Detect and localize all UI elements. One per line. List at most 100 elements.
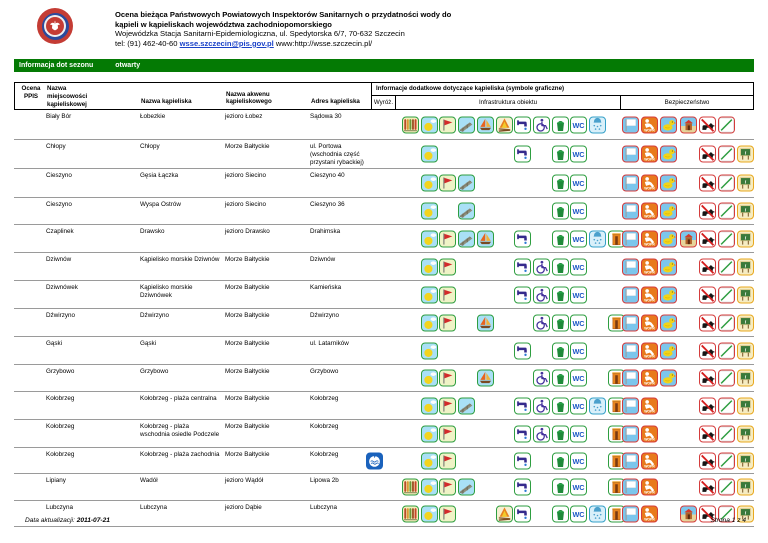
shower-icon [589,116,606,133]
no-dogs-icon [699,397,716,414]
no-dogs-icon [699,116,716,133]
cell-water-body: jezioro Siecino [225,172,305,180]
no-dogs-icon [699,370,716,387]
cell-site: Dźwirzyno [140,312,220,320]
water-tap-icon [514,230,531,247]
sun-icon [421,175,438,192]
no-dogs-icon [699,425,716,442]
wyroz-icons [366,337,386,364]
white-flag-icon [622,230,639,247]
red-flag-icon [439,425,456,442]
svg-text:WC: WC [573,234,586,243]
cell-site: Gęsia Łączka [140,172,220,180]
table-body: Biały BórŁobezkiejezioro ŁobezSądowa 30W… [14,110,754,527]
infrastructure-icons: WC [402,309,624,336]
security-icons: WOPRi [622,392,756,419]
security-icons: WOPRi [622,253,756,280]
duck-icon [660,203,677,220]
info-board-icon: i [737,342,754,359]
svg-text:WOPR: WOPR [644,354,655,358]
update-date-label: Data aktualizacji: [25,517,75,524]
no-dogs-icon [699,175,716,192]
svg-text:WOPR: WOPR [644,491,655,495]
table-row: Biały BórŁobezkiejezioro ŁobezSądowa 30W… [14,110,754,140]
table-row: DziwnówKąpielisko morskie DziwnówMorze B… [14,253,754,281]
wyroz-icons [366,110,386,139]
campfire-icon [496,505,513,522]
waste-bin-icon [552,370,569,387]
red-flag-icon [439,230,456,247]
water-tap-icon [514,425,531,442]
security-icons: WOPRi [622,474,756,500]
svg-text:WOPR: WOPR [644,242,655,246]
sun-icon [421,505,438,522]
slope-icon [718,286,735,303]
wheelchair-icon [533,425,550,442]
pier-icon [458,479,475,496]
lifeguard-icon: WOPR [641,286,658,303]
waste-bin-icon [552,397,569,414]
cell-address: Cieszyno 40 [310,172,366,180]
cell-site: Kąpielisko morskie Dziwnówek [140,284,220,300]
white-flag-icon [622,342,639,359]
waste-bin-icon [552,146,569,163]
infrastructure-icons: WC [402,110,624,139]
col-address: Adres kąpieliska [311,98,369,106]
slope-icon [718,452,735,469]
slope-icon [718,397,735,414]
col-site: Nazwa kąpieliska [141,98,221,106]
lifeguard-hut-icon [680,230,697,247]
waste-bin-icon [552,286,569,303]
white-flag-icon [622,370,639,387]
water-tap-icon [514,452,531,469]
red-flag-icon [439,479,456,496]
wyroz-icons [366,140,386,168]
info-board-icon: i [737,452,754,469]
title-line2: kąpieli w kąpieliskach województwa zacho… [115,20,451,30]
lifeguard-icon: WOPR [641,370,658,387]
waste-bin-icon [552,479,569,496]
wyroz-icons [366,392,386,419]
table-row: ChłopyChłopyMorze Bałtyckieul. Portowa (… [14,140,754,169]
security-icons: WOPRi [622,309,756,336]
cell-water-body: Morze Bałtyckie [225,451,305,459]
cell-site: Kołobrzeg - plaża zachodnia [140,451,220,459]
security-icons: WOPRi [622,420,756,447]
cell-site: Grzybowo [140,368,220,376]
svg-text:WOPR: WOPR [644,128,655,132]
info-board-icon: i [737,258,754,275]
lifeguard-icon: WOPR [641,314,658,331]
cell-address: Kołobrzeg [310,423,366,431]
cell-water-body: Morze Bałtyckie [225,340,305,348]
slope-icon [718,425,735,442]
col-wyroz: Wyróż. [372,96,396,109]
white-flag-icon [622,258,639,275]
wheelchair-icon [533,286,550,303]
water-tap-icon [514,479,531,496]
security-icons: WOPRi [622,225,756,252]
lifeguard-icon: WOPR [641,479,658,496]
wyroz-icons [366,448,386,473]
table-row: CieszynoWyspa Ostrówjezioro SiecinoCiesz… [14,198,754,225]
svg-text:WC: WC [573,120,586,129]
svg-text:WOPR: WOPR [644,215,655,219]
cell-site: Kołobrzeg - plaża centralna [140,395,220,403]
season-value: otwarty [115,62,140,69]
cell-water-body: Morze Bałtyckie [225,395,305,403]
cell-site: Lubczyna [140,504,220,512]
cell-address: Lipowa 2b [310,477,366,485]
cell-town: Dziwnówek [46,284,132,292]
duck-icon [660,314,677,331]
cell-address: Dźwirzyno [310,312,366,320]
svg-text:WC: WC [573,374,586,383]
www-text: www:http://wsse.szczecin.pl/ [274,39,372,48]
infrastructure-icons: WC [402,140,624,168]
no-dogs-icon [699,479,716,496]
white-flag-icon [622,146,639,163]
info-board-icon: i [737,370,754,387]
campfire-icon [496,116,513,133]
sun-icon [421,203,438,220]
email-link[interactable]: wsse.szczecin@pis.gov.pl [180,39,274,48]
svg-text:WC: WC [573,290,586,299]
lifeguard-icon: WOPR [641,397,658,414]
